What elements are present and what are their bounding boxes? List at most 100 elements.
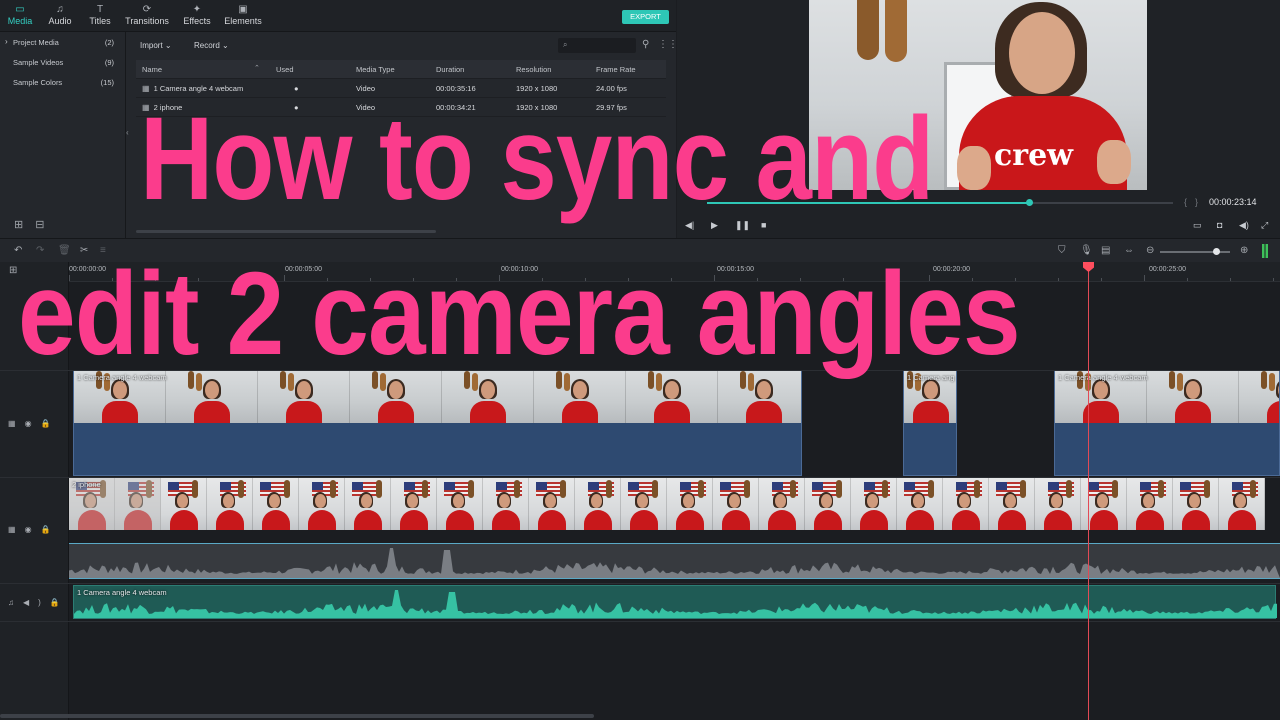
- clip-thumbnail: [161, 478, 207, 530]
- thumb-head: [407, 494, 418, 508]
- thumb-head: [177, 494, 188, 508]
- import-button[interactable]: Import ⌄: [140, 41, 172, 50]
- add-track-icon[interactable]: ⊞: [9, 265, 17, 276]
- tab-elements[interactable]: ▣ Elements: [222, 4, 264, 30]
- tab-audio[interactable]: ♫ Audio: [44, 4, 76, 30]
- thumb-shirt: [286, 401, 322, 423]
- column-header-duration[interactable]: Duration: [436, 65, 464, 74]
- preview-scrub-handle[interactable]: [1025, 199, 1033, 206]
- shield-icon[interactable]: ⛉: [1058, 245, 1066, 256]
- tab-transitions[interactable]: ⟳ Transitions: [122, 4, 172, 30]
- column-header-frame-rate[interactable]: Frame Rate: [596, 65, 636, 74]
- thumb-shirt: [906, 510, 934, 530]
- thumb-shirt: [814, 510, 842, 530]
- shirt-logo-text: crew: [994, 138, 1073, 173]
- tab-titles[interactable]: T Titles: [84, 4, 116, 30]
- thumb-guitar: [1066, 480, 1072, 498]
- microphone-icon[interactable]: 🎙: [1080, 245, 1093, 256]
- thumb-head: [665, 381, 679, 399]
- thumb-head: [1189, 494, 1200, 508]
- zoom-out-icon[interactable]: ⊖: [1146, 245, 1154, 256]
- thumb-head: [1005, 494, 1016, 508]
- zoom-slider[interactable]: [1160, 248, 1230, 255]
- clip-thumbnail: [1035, 478, 1081, 530]
- thumb-head: [683, 494, 694, 508]
- clip-thumbnail: [989, 478, 1035, 530]
- iphone-audio-waveform[interactable]: [69, 543, 1280, 579]
- thumb-guitar: [330, 480, 336, 498]
- display-settings-icon[interactable]: ▭: [1193, 220, 1202, 231]
- video-clip-webcam[interactable]: 1 Camera angle 4 webcam: [73, 370, 802, 476]
- new-folder-icon[interactable]: ⊞: [14, 219, 35, 231]
- mark-out-icon[interactable]: }: [1195, 197, 1198, 207]
- zoom-in-icon[interactable]: ⊕: [1240, 245, 1248, 256]
- sidebar-item-count: (9): [104, 58, 114, 67]
- thumb-head: [959, 494, 970, 508]
- sidebar-item-label: Sample Colors: [13, 78, 63, 87]
- thumb-shirt: [1136, 510, 1164, 530]
- tab-media[interactable]: ▭ Media: [4, 4, 36, 30]
- folder-icon: ▭: [15, 4, 25, 15]
- volume-icon[interactable]: ◀): [1239, 220, 1249, 231]
- ruler-tick: [1101, 278, 1102, 281]
- sidebar-item-project-media[interactable]: › Project Media (2): [0, 36, 126, 50]
- sidebar-item-count: (2): [104, 38, 114, 47]
- column-header-resolution[interactable]: Resolution: [516, 65, 551, 74]
- thumb-guitar: [744, 480, 750, 498]
- thumb-shirt: [400, 510, 428, 530]
- thumb-guitar: [882, 480, 888, 498]
- thumb-guitar: [238, 480, 244, 498]
- media-horizontal-scrollbar[interactable]: [136, 230, 436, 233]
- search-input[interactable]: [574, 39, 632, 52]
- lock-icon[interactable]: 🔒: [50, 598, 69, 607]
- eye-icon[interactable]: ◉: [25, 525, 41, 534]
- mark-in-icon[interactable]: {: [1184, 197, 1187, 207]
- delete-folder-icon[interactable]: ⊟: [35, 219, 56, 231]
- thumb-shirt: [768, 510, 796, 530]
- record-button[interactable]: Record ⌄: [194, 41, 229, 50]
- lock-icon[interactable]: 🔒: [41, 419, 60, 428]
- sidebar-item-sample-videos[interactable]: Sample Videos (9): [0, 56, 126, 70]
- snapshot-icon[interactable]: ◘: [1217, 220, 1222, 230]
- sidebar-item-sample-colors[interactable]: Sample Colors (15): [0, 76, 126, 90]
- thumb-head: [205, 381, 219, 399]
- overlay-title-line-1: How to sync and: [140, 93, 934, 225]
- search-box[interactable]: ⌕: [558, 38, 636, 53]
- clip-label: 1 Camera angle 4 webcam: [77, 588, 167, 597]
- audio-clip-webcam[interactable]: 1 Camera angle 4 webcam: [73, 585, 1277, 619]
- fit-timeline-icon[interactable]: ⇔: [1124, 245, 1134, 256]
- thumb-shirt: [1090, 510, 1118, 530]
- thumb-guitar: [284, 480, 290, 498]
- column-header-media-type[interactable]: Media Type: [356, 65, 395, 74]
- thumb-guitar: [1250, 480, 1256, 498]
- clip-thumbnail: [299, 478, 345, 530]
- lock-icon[interactable]: 🔒: [41, 525, 60, 534]
- sort-ascending-icon[interactable]: ⌃: [254, 64, 260, 72]
- column-header-used[interactable]: Used: [276, 65, 294, 74]
- filter-icon[interactable]: ⚲: [642, 39, 649, 50]
- audio-mixer-icon[interactable]: ▤: [1101, 245, 1110, 256]
- fullscreen-icon[interactable]: ⤢: [1261, 220, 1268, 231]
- clip-thumbnail: [1239, 371, 1279, 423]
- speaker-icon[interactable]: ◀): [23, 598, 50, 607]
- clip-label: 1 Camera angle 4 webcam: [1058, 373, 1148, 382]
- export-button[interactable]: EXPORT: [622, 10, 669, 24]
- clip-thumbnail: [207, 478, 253, 530]
- thumb-guitar: [698, 480, 704, 498]
- tab-effects[interactable]: ✦ Effects: [180, 4, 214, 30]
- timeline-horizontal-scrollbar[interactable]: [0, 714, 594, 718]
- ruler-tick: [1273, 278, 1274, 281]
- column-header-name[interactable]: Name: [142, 65, 162, 74]
- thumb-head: [1186, 381, 1200, 399]
- thumb-head: [1235, 494, 1246, 508]
- thumb-head: [757, 381, 771, 399]
- eye-icon[interactable]: ◉: [25, 419, 41, 428]
- playhead-line[interactable]: [1088, 268, 1089, 720]
- grid-view-icon[interactable]: ⋮⋮: [658, 39, 678, 50]
- video-clip-webcam[interactable]: 1 Camera ang: [903, 370, 957, 476]
- thumb-head: [573, 381, 587, 399]
- video-clip-iphone[interactable]: [69, 478, 1280, 530]
- collapse-sidebar-handle[interactable]: ‹: [126, 128, 129, 137]
- thumb-shirt: [1228, 510, 1256, 530]
- zoom-slider-handle[interactable]: [1213, 248, 1220, 255]
